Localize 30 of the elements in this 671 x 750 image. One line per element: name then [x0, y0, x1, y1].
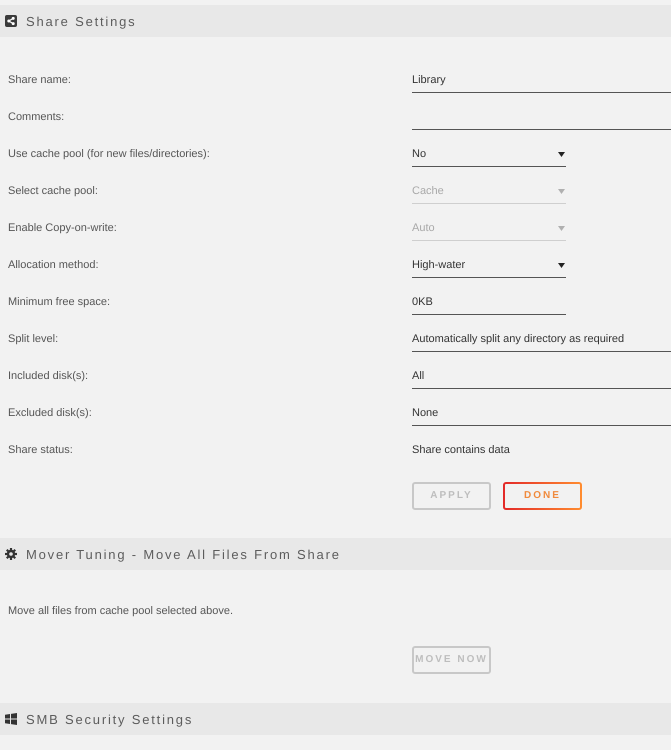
- caret-icon: [558, 188, 565, 194]
- text-field[interactable]: None: [412, 401, 671, 426]
- settings-gear-icon: [5, 548, 17, 560]
- status-text: Share contains data: [412, 443, 510, 458]
- field-label: Excluded disk(s):: [8, 406, 93, 422]
- dropdown[interactable]: High-water: [412, 253, 566, 278]
- field-label: Share name:: [8, 73, 72, 88]
- field-label: Share status:: [8, 443, 74, 458]
- section-title: SMB Security Settings: [26, 712, 194, 726]
- text-field[interactable]: Library: [412, 68, 671, 93]
- field-label: Use cache pool (for new files/directories):: [8, 147, 211, 162]
- text-field[interactable]: Automatically split any directory as required: [412, 327, 671, 352]
- field-label: Enable Copy-on-write:: [8, 221, 118, 236]
- description-text: Move all files from cache pool selected above.: [8, 604, 234, 620]
- field-label: Included disk(s):: [8, 369, 90, 384]
- field-label: Minimum free space:: [8, 295, 112, 310]
- caret-icon: [558, 262, 565, 268]
- section-title: Mover Tuning - Move All Files From Share: [26, 548, 341, 560]
- text-field[interactable]: 0KB: [412, 290, 566, 315]
- text-field[interactable]: All: [412, 364, 671, 389]
- field-label: Allocation method:: [8, 258, 100, 274]
- field-label: Select cache pool:: [8, 184, 99, 200]
- caret-icon: [558, 226, 565, 230]
- field-label: Split level:: [8, 332, 60, 348]
- four-pane-icon: [5, 713, 17, 725]
- caret-icon: [558, 152, 565, 156]
- dropdown[interactable]: No: [412, 142, 566, 167]
- section-title: Share Settings: [26, 14, 136, 28]
- share-icon: [5, 15, 17, 27]
- field-label: Comments:: [8, 110, 66, 126]
